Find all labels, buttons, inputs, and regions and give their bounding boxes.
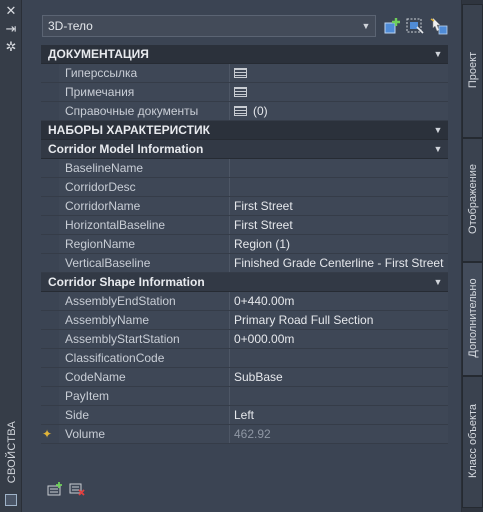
tab-label: Дополнительно: [467, 278, 479, 358]
chevron-down-icon[interactable]: ▼: [428, 144, 448, 154]
property-value[interactable]: [230, 159, 448, 177]
property-value[interactable]: First Street: [230, 197, 448, 215]
tab-label: Проект: [467, 51, 479, 89]
property-name: CorridorName: [59, 197, 230, 215]
category-label: Corridor Shape Information: [48, 275, 205, 289]
object-type-value: 3D-тело: [48, 19, 93, 33]
palette-menu-icon[interactable]: [5, 494, 17, 506]
property-name: RegionName: [59, 235, 230, 253]
property-name: Гиперссылка: [59, 64, 230, 82]
property-value[interactable]: [230, 349, 448, 367]
chevron-down-icon[interactable]: ▼: [428, 125, 448, 135]
select-objects-icon[interactable]: [405, 16, 425, 36]
table-icon[interactable]: [234, 87, 247, 97]
add-property-set-icon[interactable]: [47, 482, 63, 496]
property-name: BaselineName: [59, 159, 230, 177]
tab-label: Класс объекта: [467, 404, 479, 479]
property-row-baselinename[interactable]: BaselineName: [41, 159, 448, 178]
reference-count: (0): [253, 104, 268, 118]
property-row-volume[interactable]: ✦ Volume 462.92: [41, 425, 448, 444]
property-name: Volume: [59, 425, 230, 443]
tab-extended-data[interactable]: Дополнительно: [462, 262, 483, 376]
property-name: Примечания: [59, 83, 230, 101]
category-corridor-model[interactable]: Corridor Model Information ▼: [41, 140, 448, 159]
property-value[interactable]: (0): [230, 102, 448, 120]
gear-icon[interactable]: ✲: [4, 40, 18, 54]
property-value: 462.92: [230, 425, 448, 443]
property-row-hyperlink[interactable]: Гиперссылка: [41, 64, 448, 83]
properties-panel: 3D-тело ▼ ДОКУМЕНТАЦИЯ ▼ Гиперссылка При…: [23, 0, 462, 512]
property-row-assemblyendstation[interactable]: AssemblyEndStation 0+440.00m: [41, 292, 448, 311]
property-row-side[interactable]: Side Left: [41, 406, 448, 425]
palette-tabs: Проект Отображение Дополнительно Класс о…: [462, 0, 483, 512]
property-name: ClassificationCode: [59, 349, 230, 367]
category-label: Corridor Model Information: [48, 142, 204, 156]
formula-property-icon: ✦: [42, 427, 53, 441]
chevron-down-icon[interactable]: ▼: [428, 49, 448, 59]
property-row-regionname[interactable]: RegionName Region (1): [41, 235, 448, 254]
property-value[interactable]: [230, 387, 448, 405]
property-value[interactable]: Region (1): [230, 235, 448, 253]
auto-hide-icon[interactable]: ⇥: [4, 22, 18, 36]
property-value[interactable]: 0+000.00m: [230, 330, 448, 348]
property-row-assemblyname[interactable]: AssemblyName Primary Road Full Section: [41, 311, 448, 330]
property-name: AssemblyName: [59, 311, 230, 329]
property-value[interactable]: [230, 64, 448, 82]
property-value[interactable]: First Street: [230, 216, 448, 234]
property-value[interactable]: Left: [230, 406, 448, 424]
tab-display[interactable]: Отображение: [462, 138, 483, 262]
property-row-codename[interactable]: CodeName SubBase: [41, 368, 448, 387]
object-type-select[interactable]: 3D-тело ▼: [42, 15, 376, 37]
category-label: НАБОРЫ ХАРАКТЕРИСТИК: [48, 123, 210, 137]
palette-strip: ✕ ⇥ ✲ СВОЙСТВА: [0, 0, 22, 512]
category-documentation[interactable]: ДОКУМЕНТАЦИЯ ▼: [41, 45, 448, 64]
property-name: CodeName: [59, 368, 230, 386]
property-value[interactable]: 0+440.00m: [230, 292, 448, 310]
property-value[interactable]: [230, 83, 448, 101]
property-name: PayItem: [59, 387, 230, 405]
tab-label: Отображение: [467, 164, 479, 234]
property-name: Справочные документы: [59, 102, 230, 120]
add-selection-icon[interactable]: [382, 16, 402, 36]
property-value[interactable]: Finished Grade Centerline - First Street: [230, 254, 448, 272]
category-property-sets[interactable]: НАБОРЫ ХАРАКТЕРИСТИК ▼: [41, 121, 448, 140]
property-row-verticalbaseline[interactable]: VerticalBaseline Finished Grade Centerlin…: [41, 254, 448, 273]
property-name: CorridorDesc: [59, 178, 230, 196]
property-value[interactable]: SubBase: [230, 368, 448, 386]
property-name: AssemblyStartStation: [59, 330, 230, 348]
table-icon[interactable]: [234, 68, 247, 78]
property-row-reference-docs[interactable]: Справочные документы (0): [41, 102, 448, 121]
remove-property-set-icon[interactable]: [69, 482, 85, 496]
property-row-horizontalbaseline[interactable]: HorizontalBaseline First Street: [41, 216, 448, 235]
property-row-payitem[interactable]: PayItem: [41, 387, 448, 406]
tab-object-class[interactable]: Класс объекта: [462, 376, 483, 508]
chevron-down-icon[interactable]: ▼: [428, 277, 448, 287]
property-row-corridordesc[interactable]: CorridorDesc: [41, 178, 448, 197]
property-name: VerticalBaseline: [59, 254, 230, 272]
property-grid: ДОКУМЕНТАЦИЯ ▼ Гиперссылка Примечания Сп…: [41, 45, 448, 444]
property-row-notes[interactable]: Примечания: [41, 83, 448, 102]
property-value[interactable]: [230, 178, 448, 196]
tab-design[interactable]: Проект: [462, 4, 483, 138]
property-name: Side: [59, 406, 230, 424]
close-icon[interactable]: ✕: [4, 4, 18, 18]
palette-title: СВОЙСТВА: [6, 420, 18, 484]
property-value[interactable]: Primary Road Full Section: [230, 311, 448, 329]
property-name: AssemblyEndStation: [59, 292, 230, 310]
quick-select-icon[interactable]: [429, 16, 449, 36]
property-row-assemblystartstation[interactable]: AssemblyStartStation 0+000.00m: [41, 330, 448, 349]
property-row-classificationcode[interactable]: ClassificationCode: [41, 349, 448, 368]
property-name: HorizontalBaseline: [59, 216, 230, 234]
chevron-down-icon[interactable]: ▼: [357, 21, 375, 31]
category-label: ДОКУМЕНТАЦИЯ: [48, 47, 149, 61]
table-icon[interactable]: [234, 106, 247, 116]
property-row-corridorname[interactable]: CorridorName First Street: [41, 197, 448, 216]
category-corridor-shape[interactable]: Corridor Shape Information ▼: [41, 273, 448, 292]
